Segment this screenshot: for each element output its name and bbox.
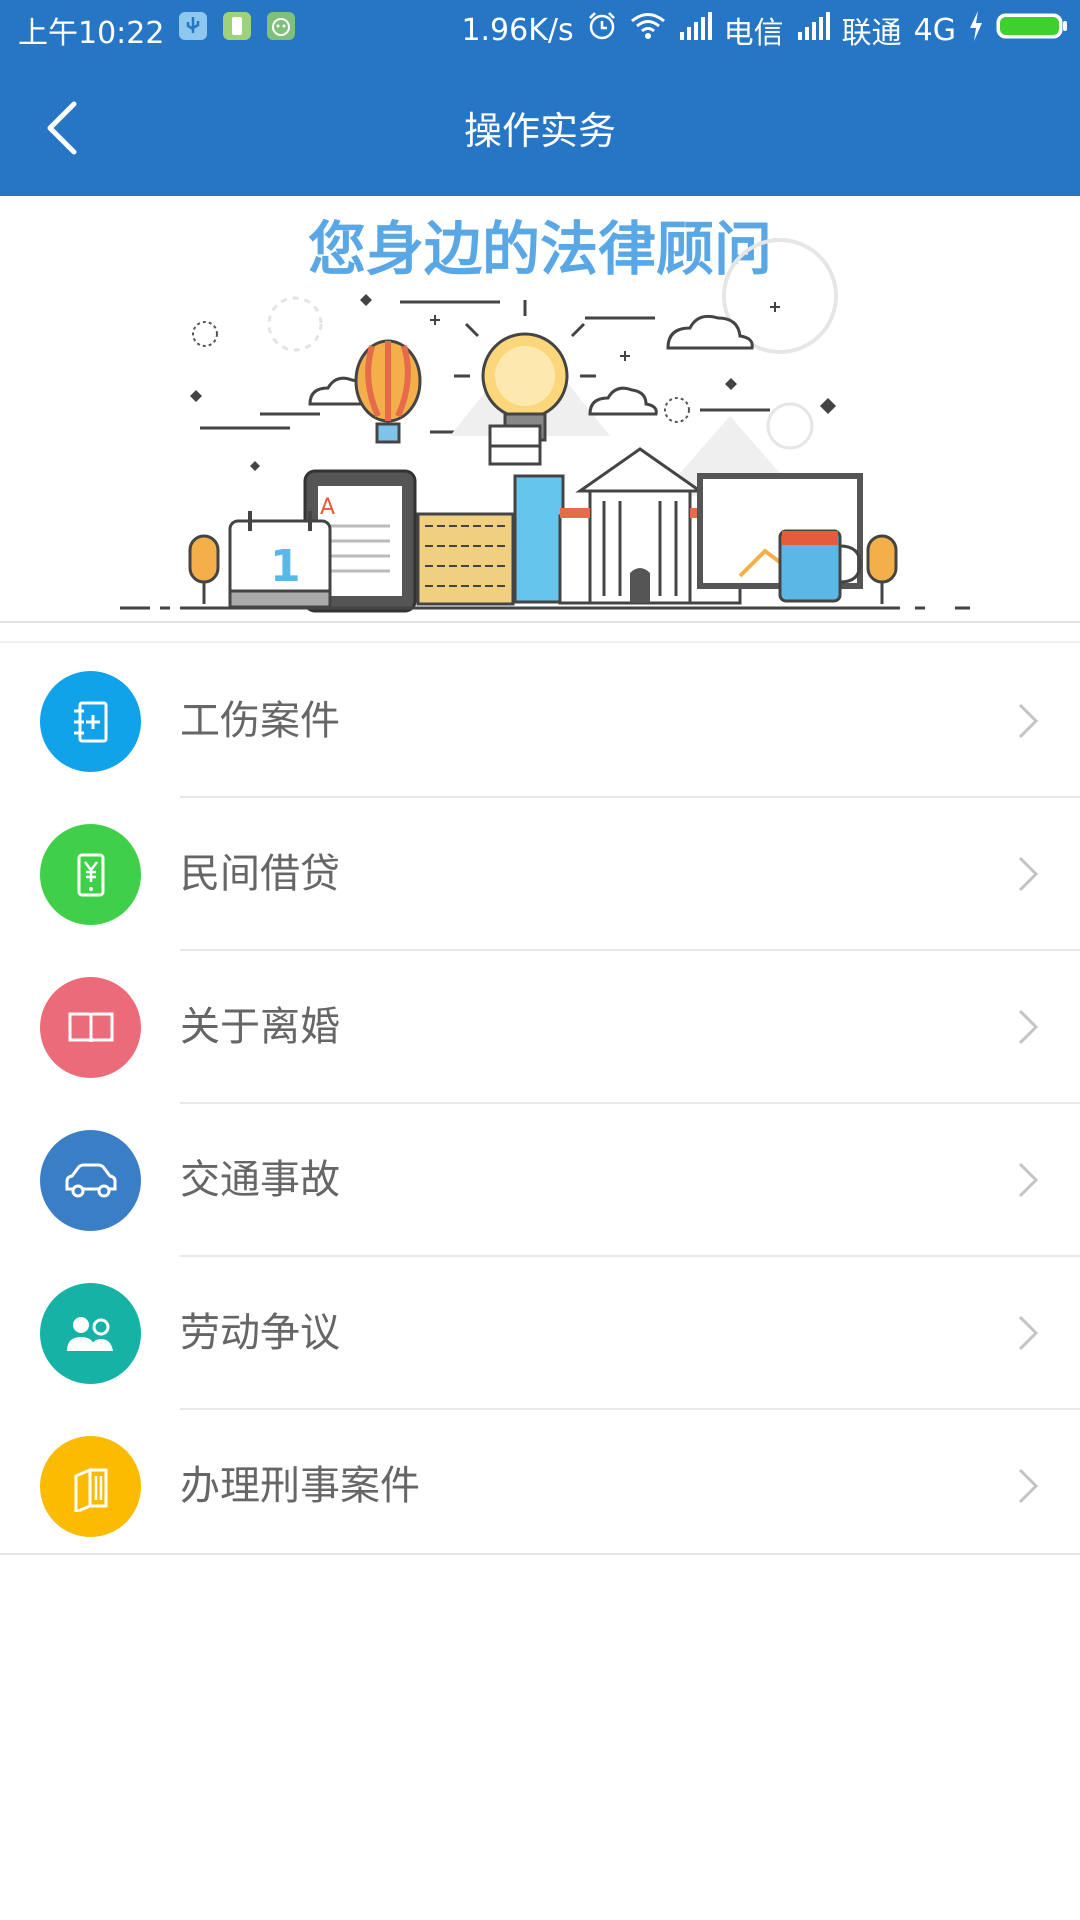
chevron-right-icon [1018,1468,1039,1504]
car-icon [40,1130,141,1231]
banner-headline: 您身边的法律顾问 [308,217,772,282]
network-type: 4G [913,12,956,48]
chevron-right-icon [1018,1009,1039,1045]
usb-icon [178,11,208,49]
alarm-icon [586,10,618,50]
menu-item-label: 关于离婚 [180,1004,340,1050]
carrier-2: 联通 [841,16,902,51]
open-book-icon [40,977,141,1078]
svg-text:A: A [320,495,335,520]
menu-item-labor-dispute[interactable]: 劳动争议 [0,1257,1080,1410]
app-bar: 操作实务 [0,60,1080,196]
banner-illustration: 您身边的法律顾问 A 1 [0,196,1080,621]
status-time: 上午10:22 [18,16,165,51]
menu-list: 工伤案件 民间借贷 关于离婚 交通事故 劳动争议 办理刑事案件 [0,645,1080,1563]
wifi-icon [630,11,666,49]
chevron-right-icon [1018,856,1039,892]
menu-item-traffic-accident[interactable]: 交通事故 [0,1104,1080,1257]
chevron-right-icon [1018,1315,1039,1351]
banner-divider [0,621,1080,623]
page-title: 操作实务 [463,109,616,153]
menu-item-label: 办理刑事案件 [180,1463,420,1509]
network-speed: 1.96K/s [461,12,574,48]
phone-yen-icon [40,824,141,925]
book-icon [40,1436,141,1537]
menu-item-label: 交通事故 [180,1157,340,1203]
charging-icon [968,11,984,49]
list-bottom-divider [0,1553,1080,1555]
carrier-1: 电信 [723,16,784,51]
signal-icon [796,12,830,48]
menu-item-criminal-case[interactable]: 办理刑事案件 [0,1410,1080,1563]
chevron-right-icon [1018,1162,1039,1198]
svg-text:1: 1 [270,541,301,592]
status-bar: 上午10:22 1.96K/s 电信 联通 4G [0,0,1080,60]
menu-item-divorce[interactable]: 关于离婚 [0,951,1080,1104]
signal-icon [678,12,712,48]
chevron-right-icon [1018,703,1039,739]
battery-icon [996,11,1068,49]
people-icon [40,1283,141,1384]
android-icon [266,11,296,49]
menu-item-label: 工伤案件 [180,698,340,744]
notebook-plus-icon [40,671,141,772]
menu-item-work-injury[interactable]: 工伤案件 [0,645,1080,798]
menu-item-label: 劳动争议 [180,1310,340,1356]
menu-item-label: 民间借贷 [180,851,340,897]
menu-item-private-lending[interactable]: 民间借贷 [0,798,1080,951]
list-top-divider [0,641,1080,643]
battery-saver-icon [222,11,252,49]
